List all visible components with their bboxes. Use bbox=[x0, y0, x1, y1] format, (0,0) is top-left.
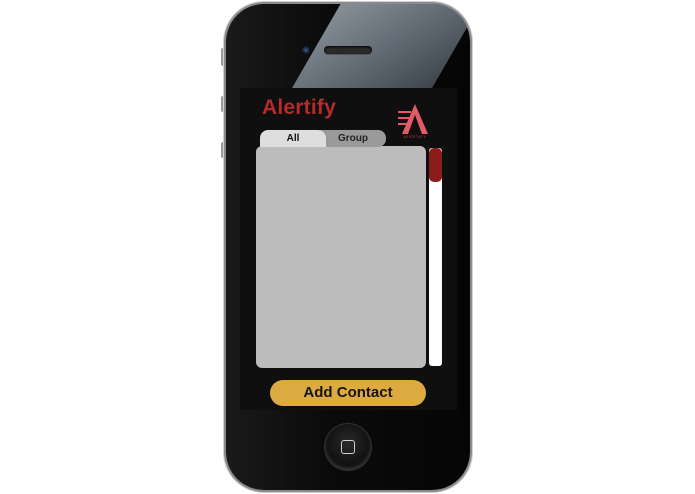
scrollbar[interactable] bbox=[429, 148, 442, 366]
app-screen: Alertify ALERTIFY Group All Add Contact bbox=[240, 88, 457, 410]
volume-up-button bbox=[221, 96, 225, 112]
mute-switch bbox=[221, 48, 225, 66]
earpiece-speaker bbox=[324, 46, 372, 54]
tab-group[interactable]: Group bbox=[320, 130, 386, 147]
tab-all[interactable]: All bbox=[260, 130, 326, 147]
app-title: Alertify bbox=[262, 96, 336, 119]
glass-glare bbox=[286, 4, 470, 98]
home-button-icon[interactable] bbox=[325, 424, 371, 470]
camera-icon bbox=[302, 46, 310, 54]
scroll-thumb[interactable] bbox=[429, 148, 442, 182]
add-contact-button[interactable]: Add Contact bbox=[270, 380, 426, 406]
logo-caption: ALERTIFY bbox=[403, 134, 427, 139]
home-square bbox=[341, 440, 355, 454]
contact-list[interactable] bbox=[256, 146, 426, 368]
volume-down-button bbox=[221, 142, 225, 158]
